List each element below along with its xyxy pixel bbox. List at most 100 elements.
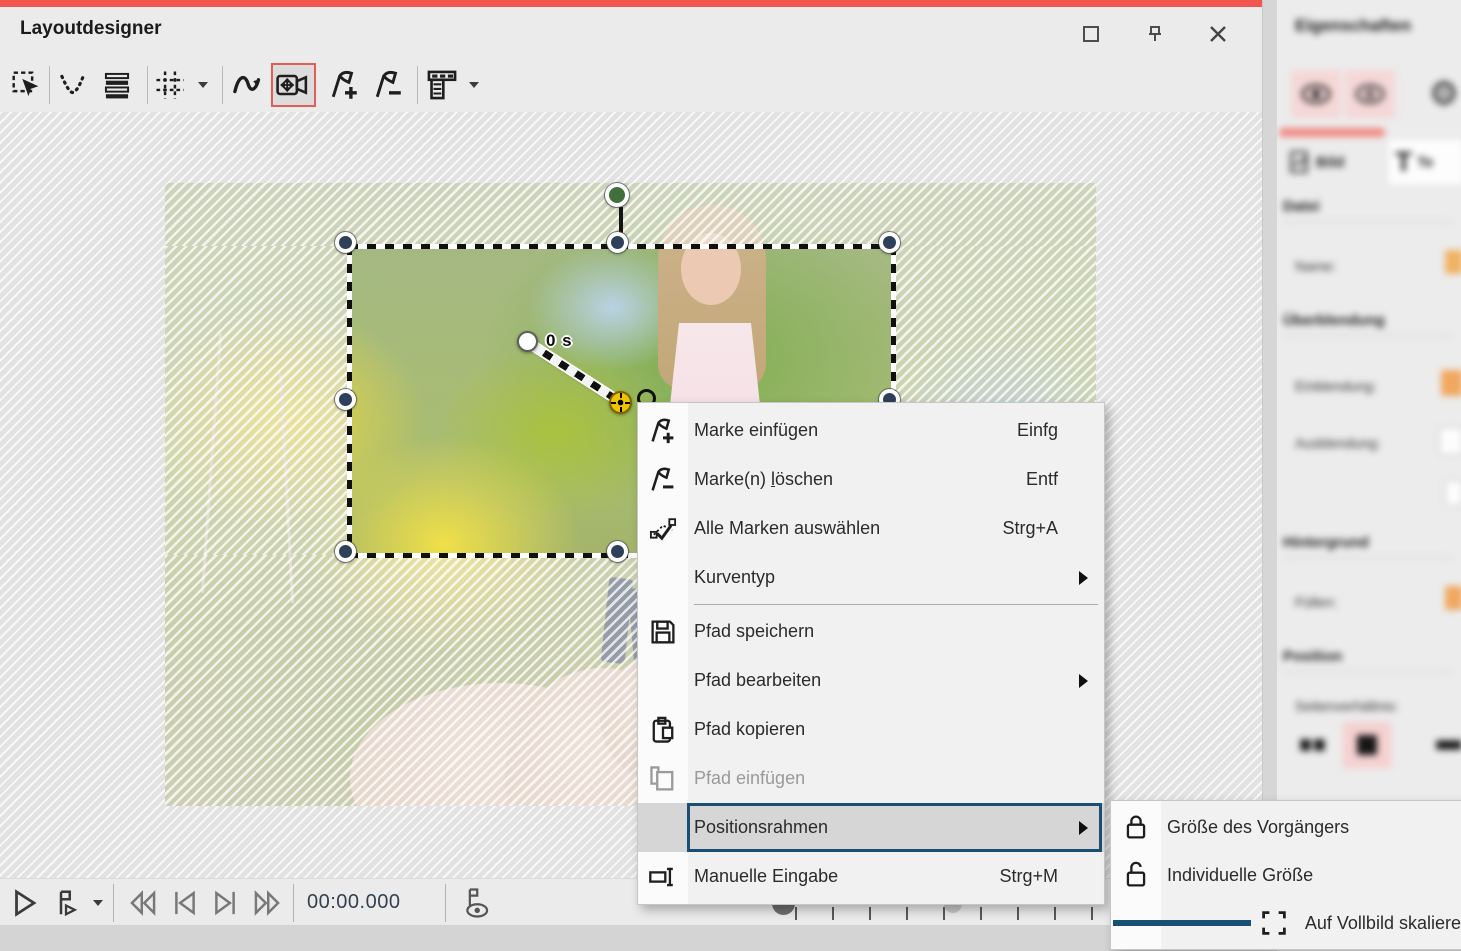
paste-icon [638,764,688,794]
camera-pan-button-active[interactable] [271,63,316,107]
select-tool-icon [10,69,42,101]
submenu-highlight-frame [1113,920,1251,926]
aspect-two-rects-icon [1298,734,1328,756]
active-tab-indicator [1279,128,1385,137]
visibility-alt-button[interactable] [1345,70,1395,118]
pin-button[interactable] [1142,21,1168,47]
path-start-point[interactable] [517,331,538,352]
name-value-chip[interactable] [1445,250,1461,274]
eye-icon [1299,79,1333,109]
marker-visibility-button[interactable] [456,885,496,921]
section-datei: Datei [1283,198,1453,223]
select-all-markers-icon [638,514,688,544]
rewind-button[interactable] [124,885,162,921]
fast-forward-button[interactable] [248,885,286,921]
select-tool-button[interactable] [6,64,46,106]
section-hintergrund: Hintergrund [1283,534,1453,559]
menu-item-pfad-einfuegen[interactable]: Pfad einfügen [638,754,1104,803]
name-label: Name: [1295,258,1336,274]
close-button[interactable] [1205,21,1231,47]
tab-bild[interactable]: Bild [1289,140,1344,184]
aspect-filled-square-icon [1354,732,1380,758]
submenu-item-auf-vollbild-skalieren[interactable]: Auf Vollbild skalieren [1111,899,1461,947]
keyframe-table-icon [425,68,459,102]
grid-button[interactable] [150,64,190,106]
selection-handle-top-left[interactable] [335,232,356,253]
extra-chip[interactable] [1445,480,1461,506]
ausblendung-label: Ausblendung: [1295,435,1381,451]
submenu-arrow-icon [1079,821,1088,835]
grid-dropdown[interactable] [192,64,214,106]
gear-icon[interactable]: ⚙ [1423,70,1461,118]
dotted-curve-button[interactable] [53,64,93,106]
submenu-arrow-icon [1079,674,1088,688]
fuellen-chip[interactable] [1445,586,1461,610]
next-marker-button[interactable] [206,885,244,921]
selection-handle-top-right[interactable] [879,232,900,253]
marker-remove-icon [372,68,406,102]
menu-item-pfad-bearbeiten[interactable]: Pfad bearbeiten [638,656,1104,705]
fast-forward-icon [251,888,283,918]
maximize-button[interactable] [1078,21,1104,47]
manual-input-icon [638,862,688,892]
menu-item-marke-einfuegen[interactable]: Marke einfügen Einfg [638,406,1104,455]
aspect-crop-button[interactable] [1433,722,1461,768]
menu-item-manuelle-eingabe[interactable]: Manuelle Eingabe Strg+M [638,852,1104,901]
keyframe-table-button[interactable] [422,64,462,106]
tab-text[interactable]: T Te [1389,140,1461,184]
eye-outline-icon [1353,79,1387,109]
pin-icon [1145,24,1165,44]
submenu-item-groesse-des-vorgaengers[interactable]: Größe des Vorgängers [1111,803,1461,851]
curve-path-button[interactable] [228,64,268,106]
prev-marker-icon [169,888,201,918]
selection-handle-mid-left[interactable] [335,389,356,410]
path-start-time-label: 0 s [546,331,573,351]
aspect-fill-button-active[interactable] [1343,722,1391,768]
save-icon [638,617,688,647]
path-current-point[interactable] [609,391,632,414]
aspect-keep-button[interactable] [1289,722,1337,768]
prev-marker-button[interactable] [166,885,204,921]
menu-item-pfad-kopieren[interactable]: Pfad kopieren [638,705,1104,754]
next-marker-icon [209,888,241,918]
menu-item-positionsrahmen[interactable]: Positionsrahmen [638,803,1104,852]
accent-top-bar [0,0,1262,7]
selection-handle-bottom-center[interactable] [607,541,628,562]
section-position: Position [1283,648,1453,673]
outside-frame-overlay [165,246,349,555]
submenu-item-individuelle-groesse[interactable]: Individuelle Größe [1111,851,1461,899]
toolbar-separator [222,66,223,104]
timecode: 00:00.000 [307,891,400,914]
page-title: Layoutdesigner [20,18,161,40]
selection-handle-bottom-left[interactable] [335,541,356,562]
chevron-down-icon [198,82,208,88]
menu-item-alle-marken-auswaehlen[interactable]: Alle Marken auswählen Strg+A [638,504,1104,553]
title-bar[interactable]: Layoutdesigner [0,7,1262,58]
toolbar-separator [417,66,418,104]
play-from-marker-button[interactable] [48,885,84,921]
play-button[interactable] [6,885,42,921]
keyframe-table-dropdown[interactable] [463,64,485,106]
selection-handle-top-center[interactable] [607,232,628,253]
camera-pan-icon [275,67,311,103]
toolbar: Zeitmarke: s [0,58,1262,112]
visibility-button[interactable] [1291,70,1341,118]
lock-closed-icon [1111,812,1161,842]
play-options-dropdown[interactable] [88,885,108,921]
marker-remove-button[interactable] [369,64,409,106]
seitenverhaeltnis-label: Seitenverhältnis: [1295,698,1399,714]
aspect-wide-icon [1434,734,1461,756]
einblendung-chip[interactable] [1441,370,1461,396]
menu-item-pfad-speichern[interactable]: Pfad speichern [638,607,1104,656]
rotation-handle[interactable] [605,183,629,207]
menu-item-marken-loeschen[interactable]: Marke(n) löschen Entf [638,455,1104,504]
context-menu: Marke einfügen Einfg Marke(n) löschen En… [637,402,1105,905]
outside-frame-overlay [165,183,1096,246]
marker-add-icon [638,416,688,446]
ausblendung-chip[interactable] [1439,427,1461,455]
layers-icon [101,69,133,101]
marker-add-button[interactable] [325,64,365,106]
layers-button[interactable] [97,64,137,106]
fullscreen-icon [1249,908,1299,938]
menu-item-kurventyp[interactable]: Kurventyp [638,553,1104,602]
